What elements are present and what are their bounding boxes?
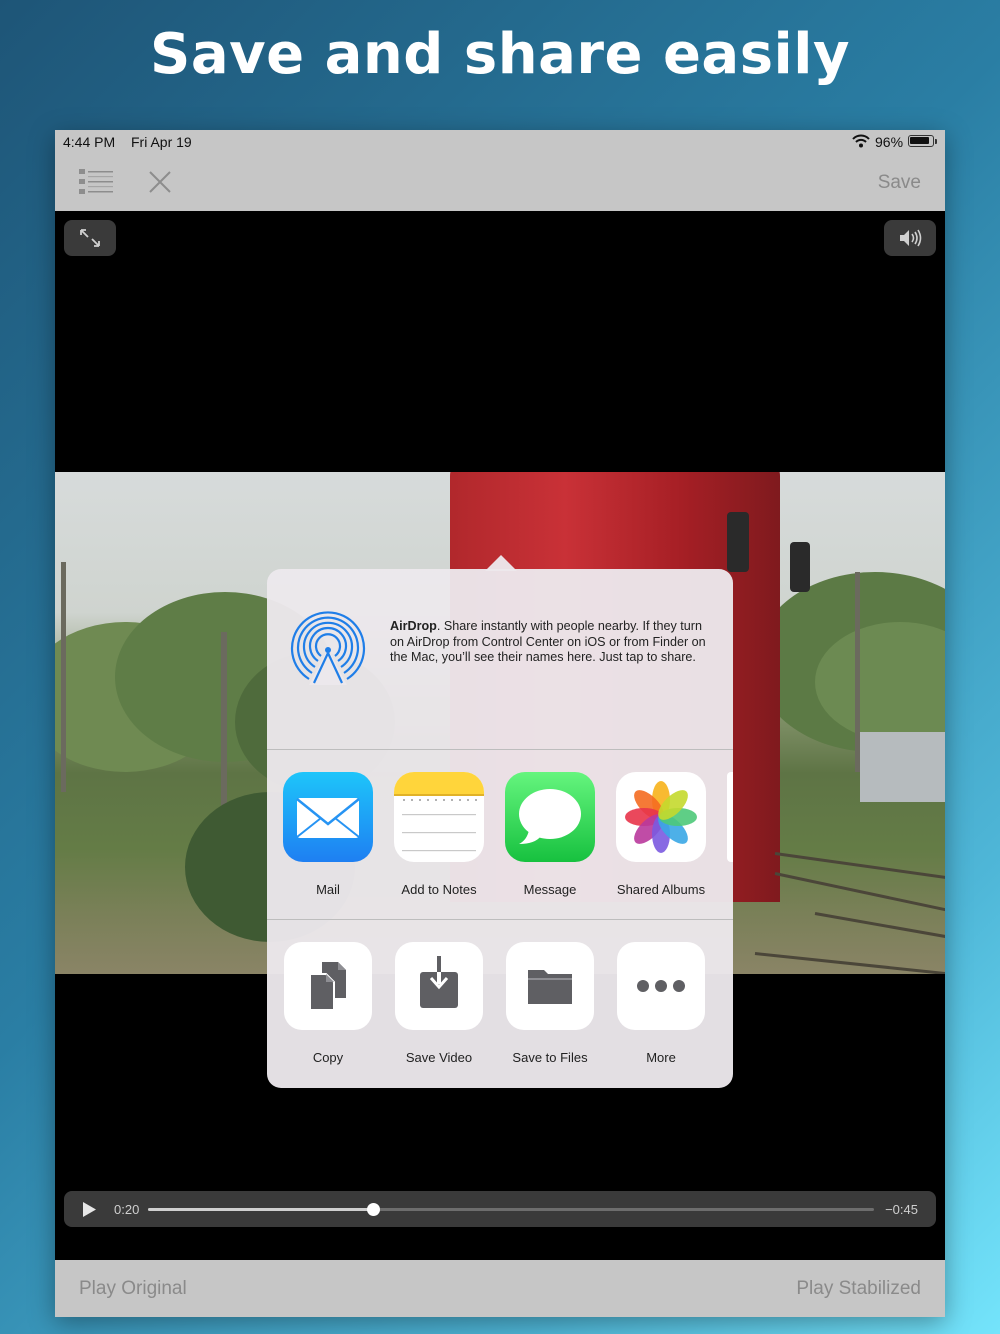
message-icon: [505, 772, 595, 862]
bottom-toolbar: Play Original Play Stabilized: [55, 1260, 945, 1317]
copy-icon: [284, 942, 372, 1030]
speaker-icon: [900, 229, 922, 247]
save-button[interactable]: Save: [878, 172, 921, 194]
airdrop-description: AirDrop. Share instantly with people nea…: [390, 619, 712, 666]
share-notes[interactable]: Add to Notes: [383, 772, 495, 897]
ipad-screen: 4:44 PM Fri Apr 19 96% Save AirDrop. Sha…: [55, 130, 945, 1317]
airdrop-body: . Share instantly with people nearby. If…: [390, 619, 706, 664]
playback-controls: 0:20 −0:45: [64, 1191, 936, 1227]
battery-icon: [908, 135, 934, 147]
scrubber-progress: [148, 1208, 374, 1211]
share-message[interactable]: Message: [494, 772, 606, 897]
save-video-icon: [395, 942, 483, 1030]
action-save-to-files[interactable]: Save to Files: [494, 942, 606, 1065]
current-time: 0:20: [114, 1202, 140, 1217]
action-save-to-files-label: Save to Files: [512, 1050, 588, 1065]
share-notes-label: Add to Notes: [401, 882, 477, 897]
play-icon[interactable]: [82, 1202, 96, 1222]
share-shared-albums-label: Shared Albums: [616, 882, 706, 897]
share-sheet: AirDrop. Share instantly with people nea…: [267, 555, 733, 1089]
top-toolbar: Save: [55, 154, 945, 212]
fullscreen-button[interactable]: [64, 220, 116, 256]
status-date: Fri Apr 19: [131, 134, 192, 150]
status-bar: 4:44 PM Fri Apr 19 96%: [55, 130, 945, 154]
expand-icon: [80, 229, 100, 247]
share-mail[interactable]: Mail: [272, 772, 384, 897]
action-copy[interactable]: Copy: [272, 942, 384, 1065]
close-icon[interactable]: [148, 170, 172, 194]
notes-icon: [394, 772, 484, 862]
mail-icon: [283, 772, 373, 862]
play-stabilized-button[interactable]: Play Stabilized: [796, 1278, 921, 1300]
remaining-time: −0:45: [885, 1202, 918, 1217]
action-more[interactable]: More: [605, 942, 717, 1065]
headline: Save and share easily: [150, 22, 850, 87]
airdrop-title: AirDrop: [390, 619, 437, 633]
share-mail-label: Mail: [316, 882, 340, 897]
action-more-label: More: [646, 1050, 676, 1065]
airdrop-icon: [287, 609, 369, 691]
share-apps-overflow[interactable]: [727, 772, 733, 862]
video-player: AirDrop. Share instantly with people nea…: [55, 211, 945, 1260]
battery-percent: 96%: [875, 134, 904, 150]
battery-tip: [935, 139, 937, 144]
list-icon[interactable]: [77, 167, 115, 197]
action-save-video[interactable]: Save Video: [383, 942, 495, 1065]
share-message-label: Message: [523, 882, 577, 897]
scrubber-handle[interactable]: [367, 1203, 381, 1216]
photos-icon: [616, 772, 706, 862]
action-copy-label: Copy: [312, 1050, 344, 1065]
more-icon: [617, 942, 705, 1030]
share-actions-row: Copy Save Video Save to Files More: [267, 919, 733, 1089]
share-apps-row: Mail Add to Notes Message Shared Albums: [267, 749, 733, 920]
wifi-icon: [852, 134, 870, 148]
status-time: 4:44 PM: [63, 134, 116, 150]
airdrop-row[interactable]: AirDrop. Share instantly with people nea…: [267, 569, 733, 750]
volume-button[interactable]: [884, 220, 936, 256]
folder-icon: [506, 942, 594, 1030]
share-shared-albums[interactable]: Shared Albums: [605, 772, 717, 897]
play-original-button[interactable]: Play Original: [79, 1278, 187, 1300]
action-save-video-label: Save Video: [405, 1050, 473, 1065]
scrubber-track[interactable]: [148, 1203, 874, 1216]
